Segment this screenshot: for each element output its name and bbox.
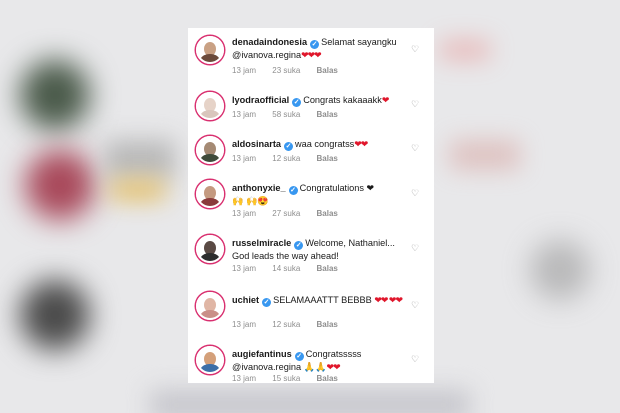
comment-item: augiefantinus ✓ Congratsssss @ivanova.regi… [188,344,434,383]
comment-meta: 13 jam 23 suka Balas [232,66,352,75]
verified-badge-icon: ✓ [294,241,304,250]
timestamp: 13 jam [232,154,257,163]
comment-text-block: russelmiracle ✓ Welcome, Nathaniel... God … [232,237,408,262]
comment-text-block: aldosinarta ✓ waa congratss❤❤ [232,138,408,151]
username[interactable]: augiefantinus [232,349,292,359]
verified-badge-icon: ✓ [294,352,304,361]
avatar[interactable] [196,136,224,164]
comment-meta: 13 jam 15 suka Balas [232,374,352,383]
verified-badge-icon: ✓ [288,186,298,195]
hearts: ❤❤ [354,139,368,149]
avatar[interactable] [196,180,224,208]
reply-button[interactable]: Balas [317,154,338,163]
username[interactable]: lyodraofficial [232,95,289,105]
reply-button[interactable]: Balas [317,209,338,218]
comment-text-block: lyodraofficial ✓ Congrats kakaaakk❤ [232,94,408,107]
comment-meta: 13 jam 12 suka Balas [232,154,352,163]
avatar[interactable] [196,235,224,263]
timestamp: 13 jam [232,110,257,119]
like-count[interactable]: 23 suka [272,66,300,75]
comment-text-block: uchiet ✓ SELAMAAATTT BEBBB ❤❤ ❤❤ [232,294,408,307]
heart-outline-icon[interactable]: ♡ [410,188,420,198]
timestamp: 13 jam [232,264,257,273]
reply-button[interactable]: Balas [317,110,338,119]
comment-text: Congrats kakaaakk [303,95,382,105]
like-count[interactable]: 12 suka [272,320,300,329]
avatar[interactable] [196,92,224,120]
comments-panel: denadaindonesia ✓ Selamat sayangku @ivanov… [188,28,434,383]
comment-meta: 13 jam 58 suka Balas [232,110,352,119]
comment-text-block: denadaindonesia ✓ Selamat sayangku @ivanov… [232,36,408,61]
avatar[interactable] [196,346,224,374]
comment-text: SELAMAAATTT BEBBB [273,295,372,305]
verified-badge-icon: ✓ [292,98,302,107]
verified-badge-icon: ✓ [262,298,272,307]
heart-outline-icon[interactable]: ♡ [410,99,420,109]
like-count[interactable]: 58 suka [272,110,300,119]
avatar[interactable] [196,292,224,320]
verified-badge-icon: ✓ [284,142,294,151]
comment-item: anthonyxie_ ✓ Congratulations ❤🙌 🙌😍 13 jam… [188,178,434,222]
comment-item: denadaindonesia ✓ Selamat sayangku @ivanov… [188,34,434,84]
hearts: ❤ [381,95,389,105]
reply-button[interactable]: Balas [317,320,338,329]
comment-item: uchiet ✓ SELAMAAATTT BEBBB ❤❤ ❤❤ 13 jam 12… [188,290,434,336]
comment-item: aldosinarta ✓ waa congratss❤❤ 13 jam 12 su… [188,134,434,170]
comment-meta: 13 jam 27 suka Balas [232,209,352,218]
comment-meta: 13 jam 12 suka Balas [232,320,352,329]
hearts: ❤❤ ❤❤ [374,295,403,305]
verified-badge-icon: ✓ [310,40,320,49]
comment-text-block: anthonyxie_ ✓ Congratulations ❤🙌 🙌😍 [232,182,382,207]
username[interactable]: anthonyxie_ [232,183,286,193]
username[interactable]: russelmiracle [232,238,291,248]
comment-text-block: augiefantinus ✓ Congratsssss @ivanova.regi… [232,348,382,373]
timestamp: 13 jam [232,209,257,218]
timestamp: 13 jam [232,66,257,75]
heart-outline-icon[interactable]: ♡ [410,44,420,54]
like-count[interactable]: 12 suka [272,154,300,163]
heart-outline-icon[interactable]: ♡ [410,243,420,253]
hearts: ❤❤❤ [301,50,322,60]
reply-button[interactable]: Balas [317,374,338,383]
comment-meta: 13 jam 14 suka Balas [232,264,352,273]
timestamp: 13 jam [232,320,257,329]
comment-item: russelmiracle ✓ Welcome, Nathaniel... God … [188,233,434,279]
username[interactable]: denadaindonesia [232,37,307,47]
hearts: ❤❤ [326,362,341,372]
heart-outline-icon[interactable]: ♡ [410,354,420,364]
like-count[interactable]: 14 suka [272,264,300,273]
heart-outline-icon[interactable]: ♡ [410,143,420,153]
comment-text: waa congratss [295,139,355,149]
comment-item: lyodraofficial ✓ Congrats kakaaakk❤ 13 jam… [188,90,434,126]
username[interactable]: uchiet [232,295,259,305]
reply-button[interactable]: Balas [317,264,338,273]
reply-button[interactable]: Balas [317,66,338,75]
like-count[interactable]: 27 suka [272,209,300,218]
like-count[interactable]: 15 suka [272,374,300,383]
heart-outline-icon[interactable]: ♡ [410,300,420,310]
timestamp: 13 jam [232,374,257,383]
username[interactable]: aldosinarta [232,139,281,149]
avatar[interactable] [196,36,224,64]
